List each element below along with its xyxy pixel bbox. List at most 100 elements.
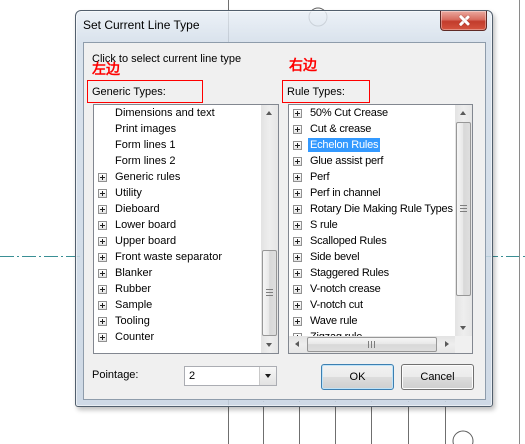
generic-type-label[interactable]: Lower board xyxy=(113,218,178,232)
rule-type-label[interactable]: Cut & crease xyxy=(308,122,373,136)
rule-type-item[interactable]: S rule xyxy=(289,217,455,233)
rule-type-item[interactable]: Side bevel xyxy=(289,249,455,265)
rule-type-item[interactable]: Zigzag rule xyxy=(289,329,455,336)
rule-types-horizontal-scrollbar[interactable] xyxy=(289,336,455,353)
expand-icon[interactable] xyxy=(293,125,302,134)
rule-type-item[interactable]: Perf in channel xyxy=(289,185,455,201)
cancel-button[interactable]: Cancel xyxy=(401,364,474,390)
ok-button[interactable]: OK xyxy=(321,364,394,390)
rule-type-label[interactable]: Glue assist perf xyxy=(308,154,385,168)
rule-type-label[interactable]: 50% Cut Crease xyxy=(308,106,390,120)
generic-type-item[interactable]: Print images xyxy=(94,121,261,137)
generic-type-label[interactable]: Blanker xyxy=(113,266,154,280)
expand-icon[interactable] xyxy=(98,317,107,326)
generic-type-item[interactable]: Tooling xyxy=(94,313,261,329)
rule-type-item[interactable]: Rotary Die Making Rule Types xyxy=(289,201,455,217)
rule-type-label[interactable]: Wave rule xyxy=(308,314,359,328)
expand-icon[interactable] xyxy=(293,109,302,118)
generic-type-label[interactable]: Form lines 2 xyxy=(113,154,178,168)
expand-icon[interactable] xyxy=(293,173,302,182)
rule-type-label[interactable]: Rotary Die Making Rule Types xyxy=(308,202,455,216)
expand-icon[interactable] xyxy=(98,253,107,262)
generic-type-item[interactable]: Front waste separator xyxy=(94,249,261,265)
generic-type-item[interactable]: Dieboard xyxy=(94,201,261,217)
rule-type-label[interactable]: Perf in channel xyxy=(308,186,382,200)
generic-type-label[interactable]: Dimensions and text xyxy=(113,106,217,120)
expand-icon[interactable] xyxy=(98,237,107,246)
generic-type-item[interactable]: Blanker xyxy=(94,265,261,281)
generic-type-item[interactable]: Generic rules xyxy=(94,169,261,185)
rule-type-item[interactable]: Cut & crease xyxy=(289,121,455,137)
generic-type-item[interactable]: Dimensions and text xyxy=(94,105,261,121)
scroll-thumb[interactable] xyxy=(456,122,471,296)
generic-type-label[interactable]: Tooling xyxy=(113,314,152,328)
generic-type-label[interactable]: Sample xyxy=(113,298,154,312)
generic-type-label[interactable]: Counter xyxy=(113,330,156,344)
generic-type-item[interactable]: Counter xyxy=(94,329,261,345)
generic-type-label[interactable]: Generic rules xyxy=(113,170,182,184)
scroll-up-button[interactable] xyxy=(455,105,472,122)
expand-icon[interactable] xyxy=(293,301,302,310)
generic-type-item[interactable]: Form lines 2 xyxy=(94,153,261,169)
expand-icon[interactable] xyxy=(98,173,107,182)
expand-icon[interactable] xyxy=(293,189,302,198)
rule-type-label[interactable]: Staggered Rules xyxy=(308,266,391,280)
scroll-down-button[interactable] xyxy=(455,319,472,336)
generic-type-label[interactable]: Print images xyxy=(113,122,178,136)
rule-type-label[interactable]: S rule xyxy=(308,218,340,232)
rule-type-label[interactable]: Echelon Rules xyxy=(308,138,381,152)
rule-types-tree[interactable]: 50% Cut Crease Cut & crease Echelon Rules G… xyxy=(288,104,473,354)
expand-icon[interactable] xyxy=(98,285,107,294)
generic-type-item[interactable]: Form lines 1 xyxy=(94,137,261,153)
expand-icon[interactable] xyxy=(98,301,107,310)
rule-type-item[interactable]: 50% Cut Crease xyxy=(289,105,455,121)
rule-types-vertical-scrollbar[interactable] xyxy=(455,105,472,336)
rule-type-label[interactable]: V-notch crease xyxy=(308,282,383,296)
pointage-combobox[interactable]: 2 xyxy=(184,366,277,386)
expand-icon[interactable] xyxy=(293,157,302,166)
expand-icon[interactable] xyxy=(293,253,302,262)
rule-type-item[interactable]: Echelon Rules xyxy=(289,137,455,153)
rule-type-item[interactable]: V-notch cut xyxy=(289,297,455,313)
scroll-down-button[interactable] xyxy=(261,336,278,353)
generic-type-label[interactable]: Utility xyxy=(113,186,144,200)
rule-type-label[interactable]: Scalloped Rules xyxy=(308,234,389,248)
scroll-right-button[interactable] xyxy=(438,336,455,353)
generic-type-item[interactable]: Rubber xyxy=(94,281,261,297)
generic-types-vertical-scrollbar[interactable] xyxy=(261,105,278,353)
expand-icon[interactable] xyxy=(293,221,302,230)
rule-type-label[interactable]: V-notch cut xyxy=(308,298,365,312)
generic-type-item[interactable]: Upper board xyxy=(94,233,261,249)
rule-type-label[interactable]: Perf xyxy=(308,170,331,184)
generic-type-item[interactable]: Sample xyxy=(94,297,261,313)
expand-icon[interactable] xyxy=(293,237,302,246)
rule-type-item[interactable]: Perf xyxy=(289,169,455,185)
generic-type-label[interactable]: Upper board xyxy=(113,234,178,248)
expand-icon[interactable] xyxy=(98,269,107,278)
generic-types-tree[interactable]: Dimensions and text Print images Form line… xyxy=(93,104,279,354)
scroll-up-button[interactable] xyxy=(261,105,278,122)
generic-type-item[interactable]: Lower board xyxy=(94,217,261,233)
rule-type-item[interactable]: Wave rule xyxy=(289,313,455,329)
scroll-left-button[interactable] xyxy=(289,336,306,353)
pointage-dropdown-button[interactable] xyxy=(259,367,276,385)
close-button[interactable] xyxy=(440,11,487,31)
expand-icon[interactable] xyxy=(98,205,107,214)
generic-type-label[interactable]: Rubber xyxy=(113,282,153,296)
scroll-thumb[interactable] xyxy=(262,250,277,336)
expand-icon[interactable] xyxy=(293,317,302,326)
generic-type-label[interactable]: Dieboard xyxy=(113,202,162,216)
expand-icon[interactable] xyxy=(98,333,107,342)
rule-type-label[interactable]: Side bevel xyxy=(308,250,361,264)
expand-icon[interactable] xyxy=(293,205,302,214)
generic-type-item[interactable]: Utility xyxy=(94,185,261,201)
scroll-thumb[interactable] xyxy=(307,337,437,352)
generic-type-label[interactable]: Front waste separator xyxy=(113,250,224,264)
rule-type-item[interactable]: V-notch crease xyxy=(289,281,455,297)
expand-icon[interactable] xyxy=(293,269,302,278)
pointage-value[interactable]: 2 xyxy=(189,369,195,383)
generic-type-label[interactable]: Form lines 1 xyxy=(113,138,178,152)
rule-type-item[interactable]: Staggered Rules xyxy=(289,265,455,281)
rule-type-item[interactable]: Glue assist perf xyxy=(289,153,455,169)
rule-type-item[interactable]: Scalloped Rules xyxy=(289,233,455,249)
